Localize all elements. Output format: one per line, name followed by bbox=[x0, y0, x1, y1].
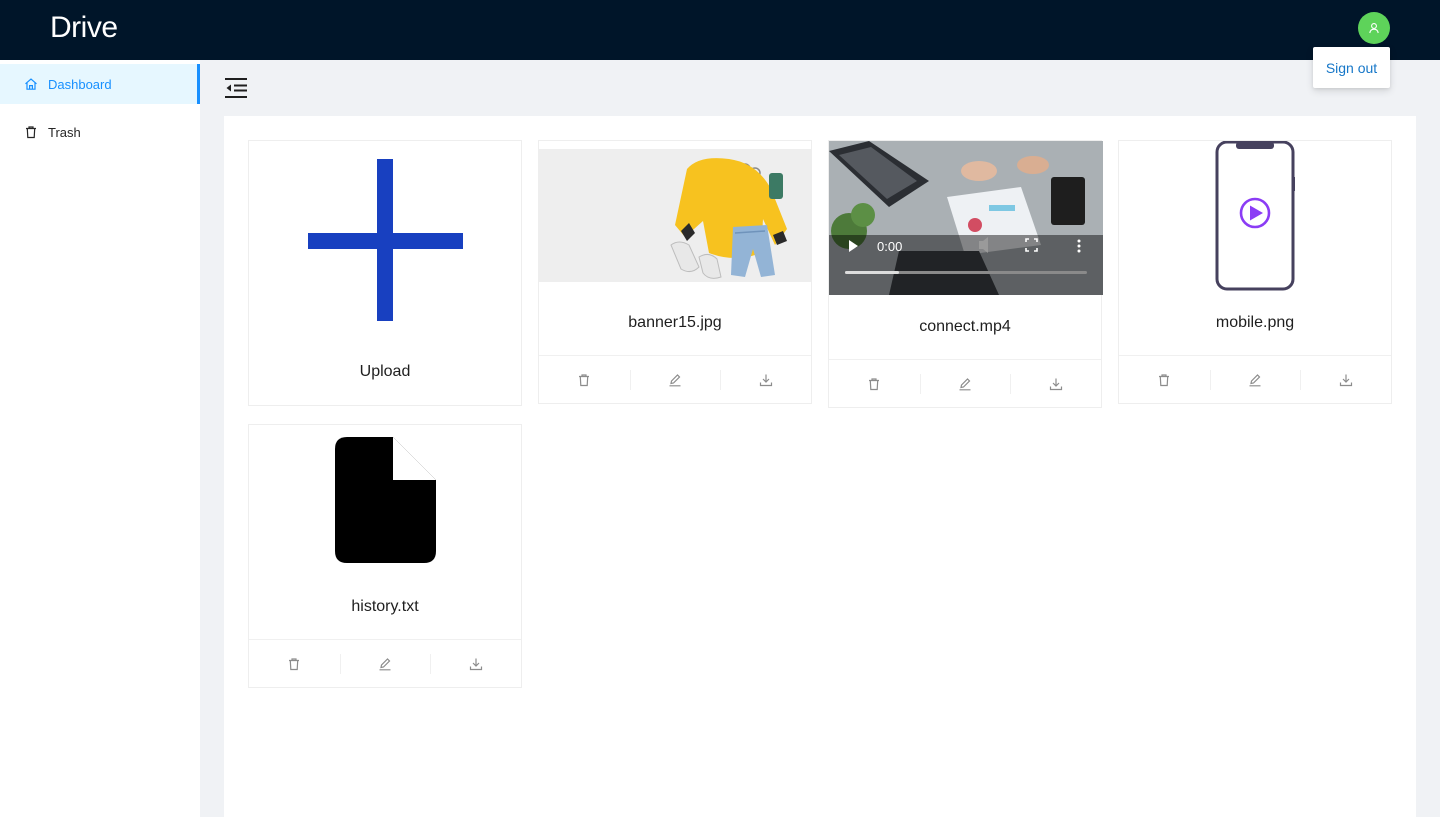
sign-out-menu[interactable]: Sign out bbox=[1313, 47, 1390, 88]
sidebar: Dashboard Trash bbox=[0, 60, 200, 817]
file-name: history.txt bbox=[351, 598, 419, 615]
image-thumbnail[interactable] bbox=[539, 149, 811, 282]
edit-icon bbox=[1249, 373, 1261, 386]
delete-button[interactable] bbox=[829, 360, 920, 407]
video-frame bbox=[829, 141, 1103, 295]
user-icon bbox=[1369, 23, 1379, 34]
upload-card[interactable]: Upload bbox=[248, 140, 522, 406]
collapse-menu-toggle[interactable] bbox=[224, 76, 248, 100]
file-card: history.txt bbox=[248, 424, 522, 688]
trash-icon bbox=[579, 373, 590, 386]
home-icon bbox=[24, 77, 38, 91]
trash-icon bbox=[869, 377, 880, 390]
file-card: banner15.jpg bbox=[538, 140, 812, 404]
file-name: banner15.jpg bbox=[628, 314, 722, 331]
rename-button[interactable] bbox=[339, 640, 431, 687]
download-icon bbox=[759, 374, 772, 386]
download-icon bbox=[1049, 378, 1062, 390]
file-actions bbox=[829, 359, 1101, 407]
clothing-photo bbox=[539, 149, 811, 282]
delete-button[interactable] bbox=[539, 356, 630, 403]
user-avatar[interactable] bbox=[1358, 12, 1390, 44]
delete-button[interactable] bbox=[249, 640, 340, 687]
download-button[interactable] bbox=[1300, 356, 1391, 403]
menu-fold-icon bbox=[225, 78, 247, 98]
download-icon bbox=[1339, 374, 1352, 386]
file-name: connect.mp4 bbox=[919, 318, 1011, 335]
rename-button[interactable] bbox=[919, 360, 1011, 407]
download-button[interactable] bbox=[720, 356, 811, 403]
upload-label: Upload bbox=[359, 363, 411, 380]
trash-icon bbox=[24, 125, 38, 139]
video-time: 0:00 bbox=[877, 239, 903, 254]
edit-icon bbox=[379, 657, 391, 670]
file-grid: Upload banner15.jpg 0:00 connect.mp4 mob… bbox=[224, 116, 1416, 817]
sidebar-item-label: Trash bbox=[48, 124, 81, 140]
edit-icon bbox=[959, 377, 971, 390]
rename-button[interactable] bbox=[1209, 356, 1301, 403]
edit-icon bbox=[669, 373, 681, 386]
file-actions bbox=[539, 355, 811, 403]
download-button[interactable] bbox=[1010, 360, 1101, 407]
sign-out-link[interactable]: Sign out bbox=[1326, 60, 1377, 76]
top-header: Drive bbox=[0, 0, 1440, 60]
file-actions bbox=[1119, 355, 1391, 403]
sidebar-item-dashboard[interactable]: Dashboard bbox=[0, 64, 200, 104]
sidebar-item-label: Dashboard bbox=[48, 76, 112, 92]
rename-button[interactable] bbox=[629, 356, 721, 403]
video-player[interactable]: 0:00 bbox=[829, 141, 1103, 295]
mobile-phone-image[interactable] bbox=[1214, 141, 1296, 291]
download-button[interactable] bbox=[430, 640, 521, 687]
sidebar-item-trash[interactable]: Trash bbox=[0, 112, 200, 152]
file-name: mobile.png bbox=[1215, 314, 1295, 331]
trash-icon bbox=[289, 657, 300, 670]
delete-button[interactable] bbox=[1119, 356, 1210, 403]
download-icon bbox=[469, 658, 482, 670]
app-logo[interactable]: Drive bbox=[50, 11, 118, 45]
file-actions bbox=[249, 639, 521, 687]
trash-icon bbox=[1159, 373, 1170, 386]
file-card: 0:00 connect.mp4 bbox=[828, 140, 1103, 408]
file-card: mobile.png bbox=[1118, 140, 1392, 404]
plus-icon bbox=[308, 159, 463, 321]
document-icon[interactable] bbox=[335, 437, 436, 563]
